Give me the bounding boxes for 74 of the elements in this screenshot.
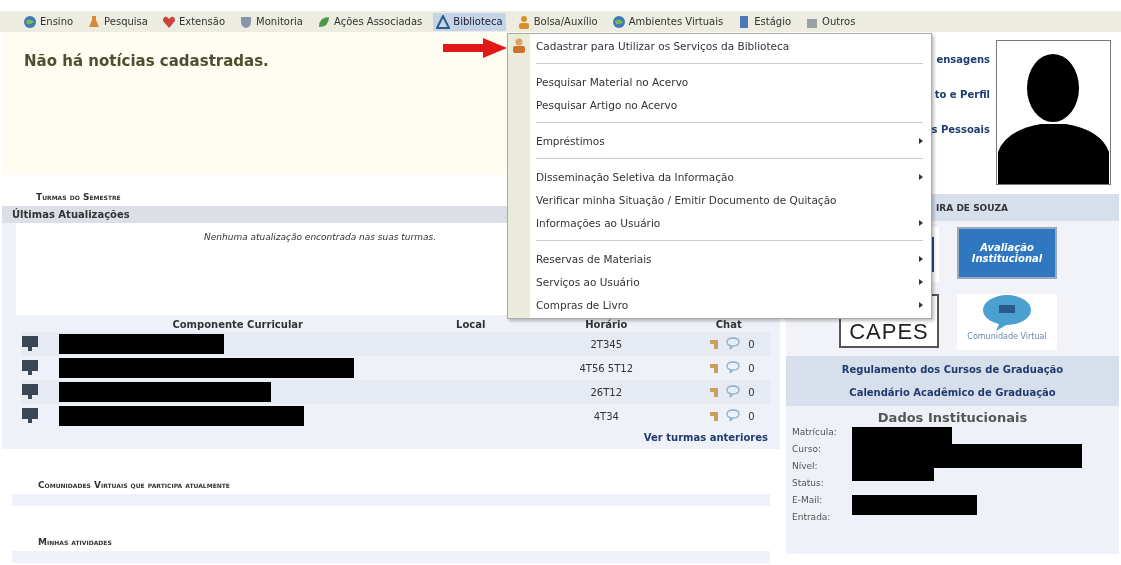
menu-item[interactable]: Bolsa/Auxílio: [513, 12, 601, 31]
book-icon: [436, 14, 451, 29]
chat-icon[interactable]: [726, 336, 743, 350]
table-cell: 2T345: [524, 332, 688, 356]
chat-count: 0: [748, 404, 770, 428]
heart-icon: [161, 14, 176, 29]
profile-link[interactable]: s Pessoais: [931, 124, 990, 135]
updates-message: Nenhuma atualização encontrada nas suas turmas.: [204, 232, 437, 242]
menu-item[interactable]: Biblioteca: [433, 12, 506, 31]
menu-option[interactable]: Pesquisar Artigo no Acervo: [508, 93, 931, 116]
field-label: E-Mail:: [792, 495, 824, 505]
field-label: Matrícula:: [792, 427, 838, 437]
menu-item[interactable]: Ensino: [20, 12, 77, 31]
menu-item[interactable]: Ambientes Virtuais: [608, 12, 727, 31]
section-title: Turmas do Semestre: [36, 192, 121, 202]
menu-item[interactable]: Monitoria: [236, 12, 306, 31]
field-label: Status:: [792, 478, 825, 488]
column-header: Horário: [524, 315, 688, 332]
submenu-arrow-icon: [919, 137, 923, 144]
submenu-arrow-icon: [919, 173, 923, 180]
table-cell: 4T56 5T12: [524, 356, 688, 380]
person-icon: [516, 14, 531, 29]
menu-option[interactable]: Pesquisar Material no Acervo: [508, 70, 931, 93]
menu-option[interactable]: Cadastrar para Utilizar os Serviços da Biblioteca: [508, 34, 931, 57]
chat-count: 0: [748, 356, 770, 380]
table-cell: 26T12: [524, 380, 688, 404]
chat-icon[interactable]: [726, 384, 743, 398]
submenu-arrow-icon: [919, 278, 923, 285]
menu-option[interactable]: Disseminação Seletiva da Informação: [508, 165, 931, 188]
leaf-icon: [317, 14, 331, 29]
profile-link[interactable]: to e Perfil: [934, 89, 990, 100]
globe-icon: [611, 14, 626, 29]
pointer-arrow: [443, 38, 507, 58]
news-message: Não há notícias cadastradas.: [24, 52, 269, 70]
info-link[interactable]: Regulamento dos Cursos de Graduação: [841, 364, 1064, 375]
profile-link[interactable]: ensagens: [936, 54, 990, 65]
person-icon: [513, 38, 525, 53]
monitor-icon[interactable]: [22, 407, 38, 423]
chat-count: 0: [748, 380, 770, 404]
chat-icon[interactable]: [726, 408, 743, 422]
menu-item[interactable]: Extensão: [158, 12, 229, 31]
column-header: Local: [416, 315, 525, 332]
panel-title: Dados Institucionais: [876, 410, 1029, 427]
submenu-arrow-icon: [919, 219, 923, 226]
monitor-icon[interactable]: [22, 359, 38, 375]
submenu-arrow-icon: [919, 301, 923, 308]
chat-count: 0: [748, 332, 770, 356]
community-logo[interactable]: Comunidade Virtual: [957, 294, 1057, 350]
shield-icon: [239, 14, 254, 29]
menu-option[interactable]: Empréstimos: [508, 129, 931, 152]
flask-icon: [87, 14, 102, 29]
table-cell: 4T34: [524, 404, 688, 428]
chat-icon[interactable]: [726, 360, 743, 374]
evaluation-logo[interactable]: Avaliação Institucional: [957, 227, 1057, 279]
field-label: Entrada:: [792, 512, 832, 522]
submenu-arrow-icon: [919, 255, 923, 262]
menu-item[interactable]: Outros: [802, 12, 859, 31]
user-name: IRA DE SOUZA: [936, 203, 1009, 213]
previous-classes-link[interactable]: Ver turmas anteriores: [643, 432, 768, 443]
field-label: Nível:: [792, 461, 819, 471]
menu-item[interactable]: Estágio: [734, 12, 795, 31]
monitor-icon[interactable]: [22, 335, 38, 351]
globe-icon: [23, 14, 37, 29]
column-header: Componente Curricular: [58, 315, 417, 332]
menu-item[interactable]: Ações Associadas: [314, 12, 426, 31]
field-label: Curso:: [792, 444, 822, 454]
column-header: Chat: [687, 315, 770, 332]
section-title: Comunidades Virtuais que participa atualmente: [38, 480, 230, 490]
info-link[interactable]: Calendário Acadêmico de Graduação: [849, 387, 1056, 398]
menu-option[interactable]: Serviços ao Usuário: [508, 270, 931, 293]
menu-item[interactable]: Pesquisa: [84, 12, 151, 31]
monitor-icon[interactable]: [22, 383, 38, 399]
menu-option[interactable]: Reservas de Materiais: [508, 247, 931, 270]
section-title: Minhas atividades: [38, 537, 112, 547]
